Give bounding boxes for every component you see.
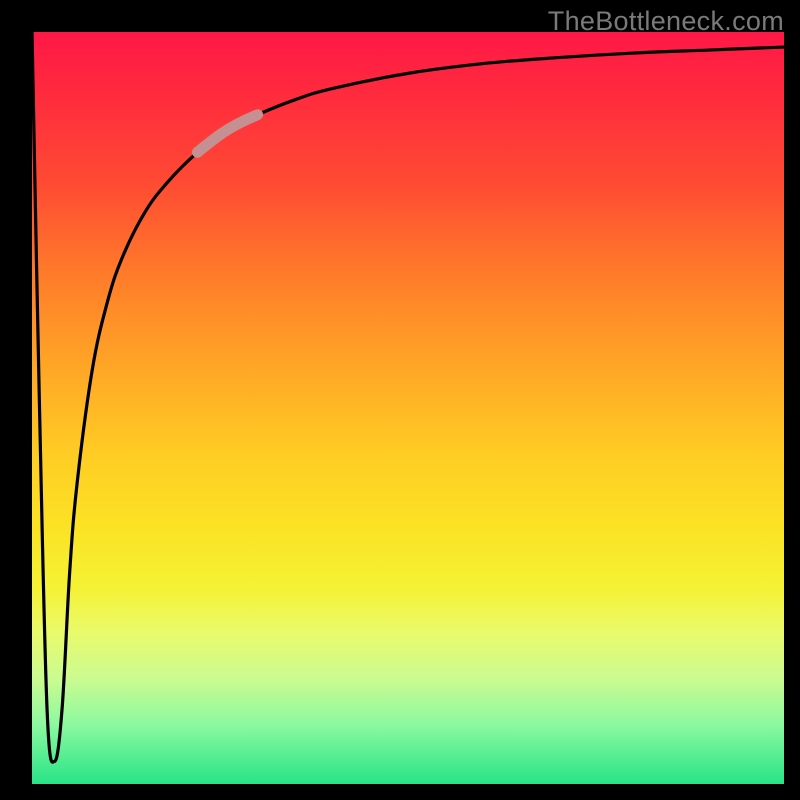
highlight-segment xyxy=(197,115,257,153)
plot-area xyxy=(32,32,784,784)
bottleneck-curve xyxy=(32,32,784,762)
curve-layer xyxy=(32,32,784,784)
chart-frame: TheBottleneck.com xyxy=(0,0,800,800)
watermark-text: TheBottleneck.com xyxy=(548,6,784,37)
